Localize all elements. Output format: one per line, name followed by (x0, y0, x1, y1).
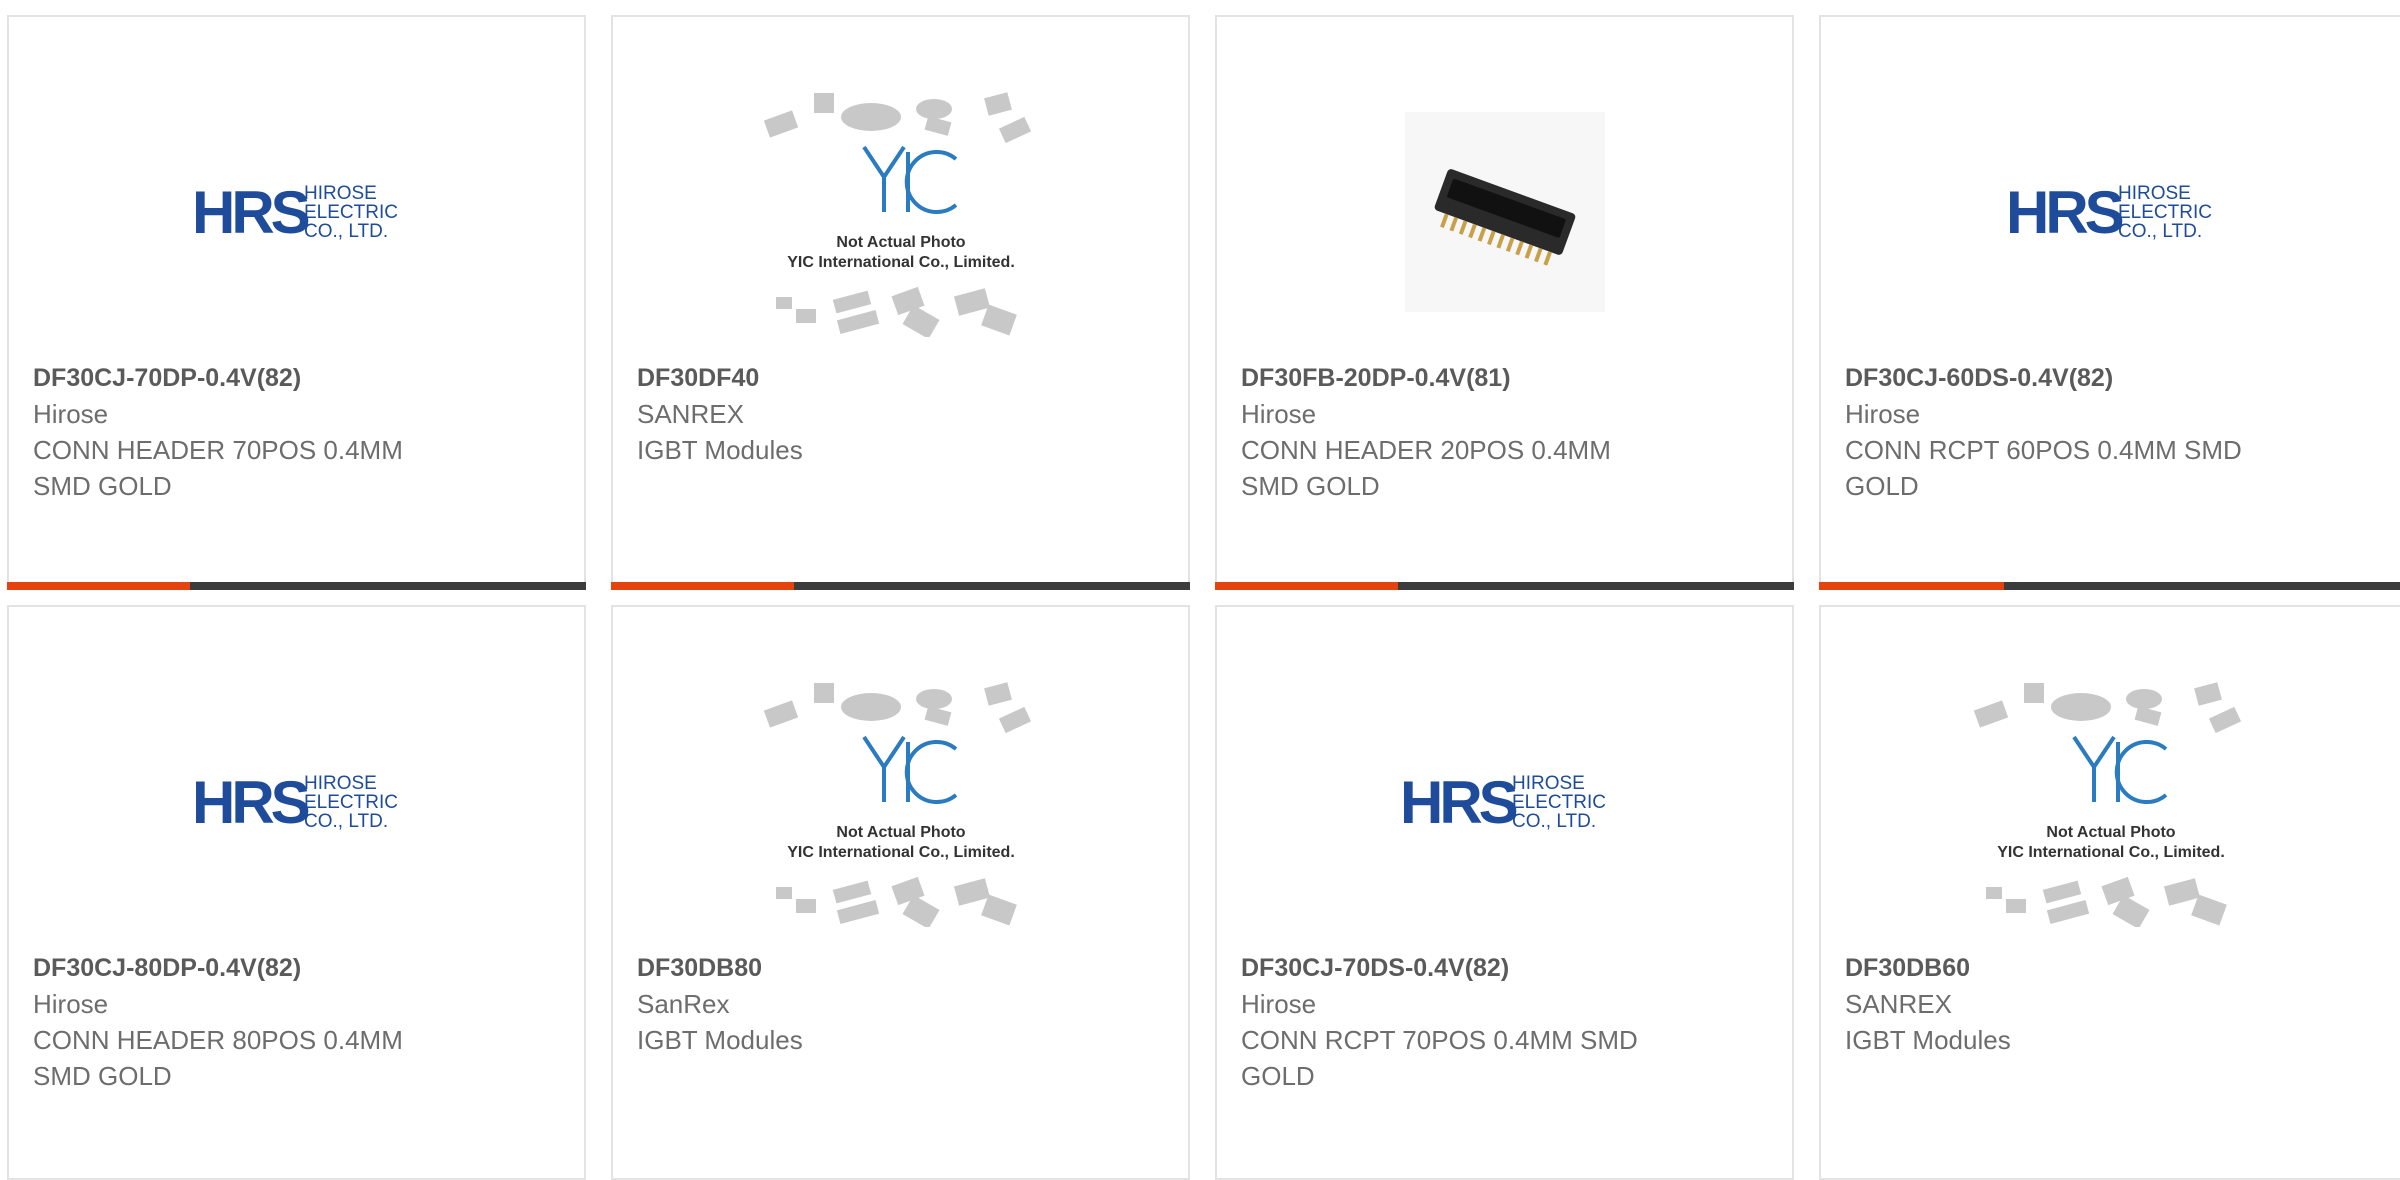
connector-photo (1404, 112, 1605, 312)
product-card[interactable]: HRS HIROSE ELECTRIC CO., LTD. DF30CJ-70D… (1215, 605, 1794, 1180)
product-card[interactable]: HRS HIROSE ELECTRIC CO., LTD. DF30CJ-60D… (1819, 15, 2400, 590)
svg-text:ELECTRIC: ELECTRIC (304, 202, 398, 223)
svg-text:Not Actual Photo: Not Actual Photo (2046, 824, 2175, 841)
progress-bar (1215, 582, 1794, 590)
product-image[interactable]: HRS HIROSE ELECTRIC CO., LTD. (1821, 67, 2400, 357)
svg-text:Not Actual Photo: Not Actual Photo (836, 824, 965, 841)
chip-icons-top (763, 92, 1031, 144)
product-info: DF30CJ-80DP-0.4V(82) Hirose CONN HEADER … (33, 950, 568, 1094)
brand-name: SANREX (637, 399, 744, 429)
progress-fill (7, 582, 190, 590)
hrs-logo: HRS HIROSE ELECTRIC CO., LTD. (2006, 179, 2212, 246)
svg-text:HIROSE: HIROSE (1512, 773, 1585, 794)
yic-mark (861, 145, 957, 214)
product-description: CONN RCPT 70POS 0.4MM SMD GOLD (1241, 1025, 1638, 1091)
hrs-logo: HRS HIROSE ELECTRIC CO., LTD. (1400, 769, 1606, 836)
product-description: IGBT Modules (637, 1025, 803, 1055)
product-description: IGBT Modules (1845, 1025, 2011, 1055)
svg-text:HRS: HRS (192, 769, 309, 836)
svg-text:CO., LTD.: CO., LTD. (2118, 221, 2202, 242)
product-info: DF30DB80 SanRex IGBT Modules (637, 950, 1172, 1058)
part-number[interactable]: DF30CJ-60DS-0.4V(82) (1845, 360, 2385, 396)
product-info: DF30FB-20DP-0.4V(81) Hirose CONN HEADER … (1241, 360, 1776, 504)
svg-text:ELECTRIC: ELECTRIC (2118, 202, 2212, 223)
part-number[interactable]: DF30DB60 (1845, 950, 2385, 986)
svg-text:ELECTRIC: ELECTRIC (1512, 792, 1606, 813)
progress-fill (611, 582, 794, 590)
brand-name: SANREX (1845, 989, 1952, 1019)
hrs-logo: HRS HIROSE ELECTRIC CO., LTD. (192, 179, 398, 246)
yic-placeholder-image: Not Actual Photo YIC International Co., … (763, 92, 1031, 337)
progress-bar (7, 582, 586, 590)
product-image[interactable]: HRS HIROSE ELECTRIC CO., LTD. (9, 67, 584, 357)
part-number[interactable]: DF30DF40 (637, 360, 1172, 396)
product-info: DF30DB60 SANREX IGBT Modules (1845, 950, 2385, 1058)
yic-mark (2071, 735, 2167, 804)
product-image[interactable]: HRS HIROSE ELECTRIC CO., LTD. (9, 657, 584, 947)
part-number[interactable]: DF30DB80 (637, 950, 1172, 986)
yic-mark (861, 735, 957, 804)
yic-placeholder-image: Not Actual Photo YIC International Co., … (763, 682, 1031, 927)
product-image[interactable]: Not Actual Photo YIC International Co., … (613, 67, 1188, 357)
progress-bar (611, 582, 1190, 590)
product-description: CONN RCPT 60POS 0.4MM SMD GOLD (1845, 435, 2242, 501)
brand-name: Hirose (1241, 399, 1317, 429)
product-info: DF30DF40 SANREX IGBT Modules (637, 360, 1172, 468)
progress-bar (1819, 582, 2400, 590)
product-info: DF30CJ-70DS-0.4V(82) Hirose CONN RCPT 70… (1241, 950, 1776, 1094)
brand-name: SanRex (637, 989, 730, 1019)
svg-text:HIROSE: HIROSE (2118, 183, 2191, 204)
product-card[interactable]: Not Actual Photo YIC International Co., … (611, 15, 1190, 590)
product-description: CONN HEADER 70POS 0.4MM SMD GOLD (33, 435, 403, 501)
svg-text:HIROSE: HIROSE (304, 183, 377, 204)
svg-text:YIC International Co., Limited: YIC International Co., Limited. (787, 844, 1015, 861)
part-number[interactable]: DF30CJ-70DS-0.4V(82) (1241, 950, 1776, 986)
product-card[interactable]: Not Actual Photo YIC International Co., … (611, 605, 1190, 1180)
product-description: CONN HEADER 20POS 0.4MM SMD GOLD (1241, 435, 1611, 501)
brand-name: Hirose (1241, 989, 1317, 1019)
svg-text:CO., LTD.: CO., LTD. (304, 221, 388, 242)
product-grid: HRS HIROSE ELECTRIC CO., LTD. DF30CJ-70D… (0, 0, 2400, 1180)
svg-text:ELECTRIC: ELECTRIC (304, 792, 398, 813)
hrs-logo: HRS HIROSE ELECTRIC CO., LTD. (192, 769, 398, 836)
product-description: CONN HEADER 80POS 0.4MM SMD GOLD (33, 1025, 403, 1091)
yic-placeholder-image: Not Actual Photo YIC International Co., … (1973, 682, 2241, 927)
product-card[interactable]: HRS HIROSE ELECTRIC CO., LTD. DF30CJ-80D… (7, 605, 586, 1180)
svg-text:HRS: HRS (1400, 769, 1517, 836)
svg-text:CO., LTD.: CO., LTD. (304, 811, 388, 832)
product-card[interactable]: DF30FB-20DP-0.4V(81) Hirose CONN HEADER … (1215, 15, 1794, 590)
chip-icons-top (1973, 682, 2241, 734)
product-info: DF30CJ-70DP-0.4V(82) Hirose CONN HEADER … (33, 360, 568, 504)
part-number[interactable]: DF30CJ-70DP-0.4V(82) (33, 360, 568, 396)
product-image[interactable]: HRS HIROSE ELECTRIC CO., LTD. (1217, 657, 1792, 947)
product-image[interactable] (1217, 67, 1792, 357)
brand-name: Hirose (1845, 399, 1921, 429)
chip-icons-bottom (775, 876, 1017, 927)
product-description: IGBT Modules (637, 435, 803, 465)
chip-icons-bottom (775, 286, 1017, 337)
brand-name: Hirose (33, 399, 109, 429)
svg-text:Not Actual Photo: Not Actual Photo (836, 234, 965, 251)
svg-text:HIROSE: HIROSE (304, 773, 377, 794)
chip-icons-bottom (1985, 876, 2227, 927)
part-number[interactable]: DF30CJ-80DP-0.4V(82) (33, 950, 568, 986)
product-card[interactable]: Not Actual Photo YIC International Co., … (1819, 605, 2400, 1180)
svg-text:HRS: HRS (2006, 179, 2123, 246)
svg-text:HRS: HRS (192, 179, 309, 246)
brand-name: Hirose (33, 989, 109, 1019)
part-number[interactable]: DF30FB-20DP-0.4V(81) (1241, 360, 1776, 396)
svg-text:YIC International Co., Limited: YIC International Co., Limited. (1997, 844, 2225, 861)
progress-fill (1819, 582, 2004, 590)
product-image[interactable]: Not Actual Photo YIC International Co., … (1821, 657, 2400, 947)
product-card[interactable]: HRS HIROSE ELECTRIC CO., LTD. DF30CJ-70D… (7, 15, 586, 590)
chip-icons-top (763, 682, 1031, 734)
svg-text:YIC International Co., Limited: YIC International Co., Limited. (787, 254, 1015, 271)
svg-text:CO., LTD.: CO., LTD. (1512, 811, 1596, 832)
product-image[interactable]: Not Actual Photo YIC International Co., … (613, 657, 1188, 947)
progress-fill (1215, 582, 1398, 590)
product-info: DF30CJ-60DS-0.4V(82) Hirose CONN RCPT 60… (1845, 360, 2385, 504)
